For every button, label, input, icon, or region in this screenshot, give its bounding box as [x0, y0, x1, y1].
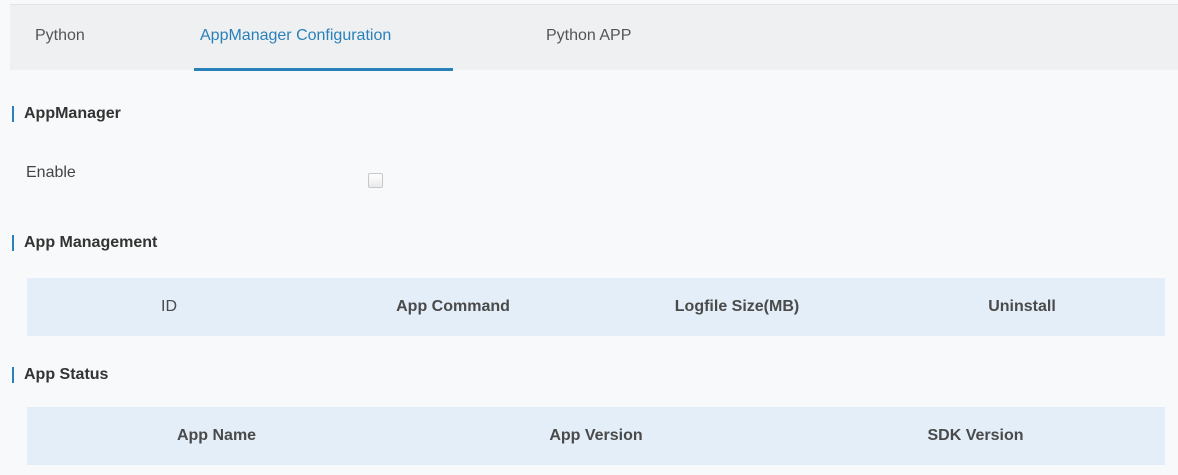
column-header-sdk-version: SDK Version [927, 427, 1024, 444]
section-title-app-status: App Status [12, 365, 108, 385]
enable-label: Enable [26, 164, 76, 181]
app-status-table-header: App Name App Version SDK Version [27, 407, 1165, 465]
tab-python-app[interactable]: Python APP [546, 5, 631, 71]
column-header-app-command: App Command [396, 298, 510, 315]
enable-checkbox[interactable] [368, 173, 383, 188]
column-header-uninstall: Uninstall [988, 298, 1056, 315]
app-management-table-header: ID App Command Logfile Size(MB) Uninstal… [27, 278, 1165, 336]
column-header-app-version: App Version [549, 427, 643, 444]
section-title-appmanager: AppManager [12, 104, 121, 124]
column-header-app-name: App Name [176, 427, 257, 444]
tab-bar: Python AppManager Configuration Python A… [10, 4, 1178, 71]
column-header-id: ID [161, 298, 177, 315]
active-tab-indicator [194, 68, 453, 71]
column-header-logfile-size: Logfile Size(MB) [674, 298, 800, 315]
section-title-app-management: App Management [12, 233, 157, 253]
page: Python AppManager Configuration Python A… [0, 0, 1178, 475]
tab-python[interactable]: Python [35, 5, 85, 71]
tab-appmanager-configuration[interactable]: AppManager Configuration [200, 5, 391, 71]
